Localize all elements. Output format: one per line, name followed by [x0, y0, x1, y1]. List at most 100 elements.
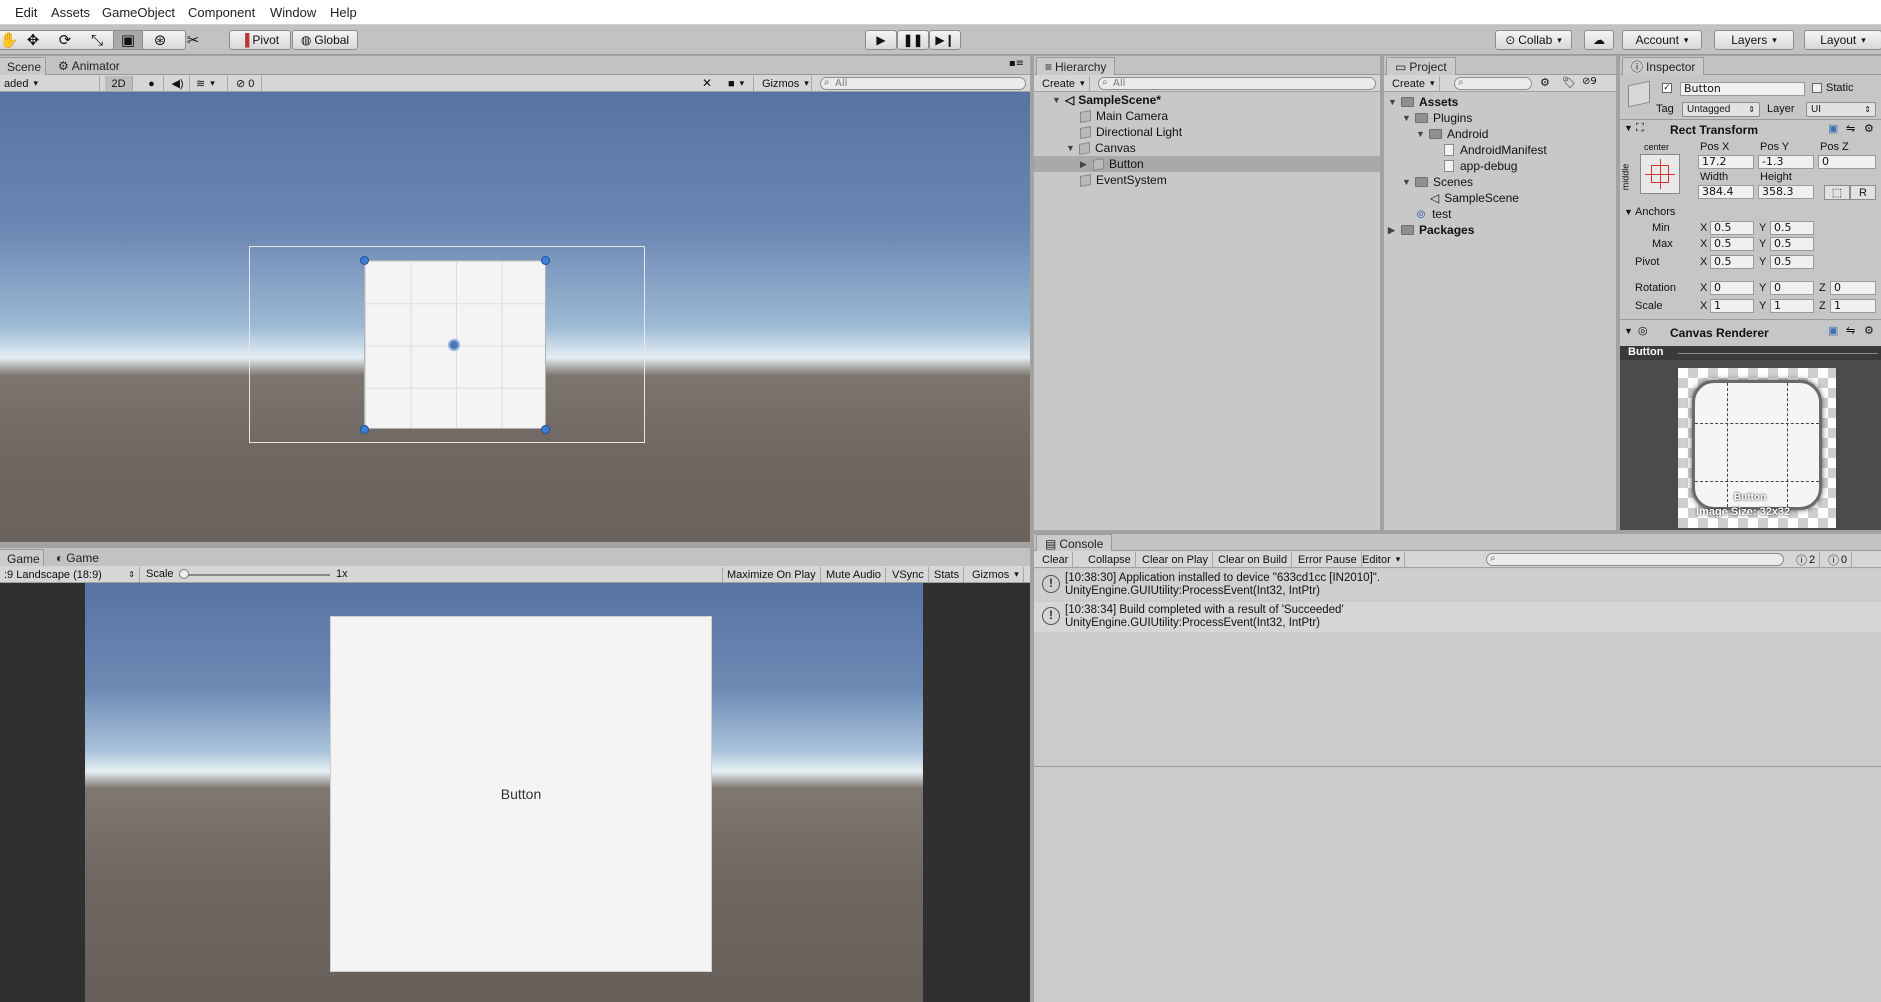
- lighting-toggle[interactable]: ●: [140, 76, 164, 91]
- pos-x-field[interactable]: 17.2: [1698, 155, 1754, 169]
- collapse-arrow-icon[interactable]: ▶: [1080, 159, 1089, 170]
- effects-dropdown[interactable]: ≋: [192, 76, 228, 91]
- collapse-arrow-icon[interactable]: ▼: [1624, 326, 1633, 336]
- preview-drag-handle[interactable]: [1678, 353, 1878, 354]
- rotate-tool-icon[interactable]: ⟳: [50, 30, 80, 50]
- console-log-row[interactable]: ! [10:38:30] Application installed to de…: [1034, 570, 1881, 600]
- expand-arrow-icon[interactable]: ▼: [1402, 177, 1411, 187]
- scale-x-field[interactable]: 1: [1710, 299, 1754, 313]
- gizmos-dropdown[interactable]: Gizmos: [758, 76, 812, 91]
- menu-component[interactable]: Component: [188, 5, 255, 20]
- settings-gear-icon[interactable]: ⚙: [1864, 122, 1874, 135]
- hidden-objects-toggle[interactable]: ⊘ 0: [232, 76, 262, 91]
- collab-dropdown[interactable]: ⊙ Collab: [1495, 30, 1572, 50]
- custom-tool-icon[interactable]: ✂: [178, 30, 208, 50]
- console-editor-dropdown[interactable]: Editor: [1358, 552, 1406, 567]
- tab-animator[interactable]: ⚙ Animator: [50, 58, 128, 74]
- console-clear-on-play-toggle[interactable]: Clear on Play: [1138, 552, 1214, 567]
- tab-hierarchy[interactable]: ≡ Hierarchy: [1036, 57, 1116, 75]
- anchor-max-x-field[interactable]: 0.5: [1710, 237, 1754, 251]
- help-icon[interactable]: ▣: [1828, 122, 1838, 135]
- cloud-button[interactable]: ☁: [1584, 30, 1614, 50]
- stats-toggle[interactable]: Stats: [930, 567, 965, 582]
- scale-slider[interactable]: [182, 574, 330, 576]
- rect-handle-tl[interactable]: [360, 256, 369, 265]
- console-collapse-toggle[interactable]: Collapse: [1084, 552, 1136, 567]
- tag-dropdown[interactable]: Untagged ⇕: [1682, 102, 1760, 117]
- camera-dropdown[interactable]: ■: [724, 76, 754, 91]
- maximize-on-play-toggle[interactable]: Maximize On Play: [722, 567, 821, 582]
- play-button[interactable]: ▶: [865, 30, 897, 50]
- expand-arrow-icon[interactable]: ▼: [1052, 95, 1061, 105]
- expand-arrow-icon[interactable]: ▼: [1416, 129, 1425, 139]
- mute-audio-toggle[interactable]: Mute Audio: [822, 567, 887, 582]
- console-log-row[interactable]: ! [10:38:34] Build completed with a resu…: [1034, 602, 1881, 632]
- tab-inspector[interactable]: ⓘ Inspector: [1622, 57, 1705, 75]
- rect-tool-icon[interactable]: ▣: [113, 30, 143, 50]
- pivot-toggle[interactable]: ▐ Pivot: [229, 30, 291, 50]
- active-checkbox[interactable]: ✓: [1662, 83, 1672, 93]
- hierarchy-scene-row[interactable]: ▼ ◁ SampleScene*: [1052, 92, 1378, 108]
- pause-button[interactable]: ❚❚: [897, 30, 929, 50]
- rect-handle-br[interactable]: [541, 425, 550, 434]
- menu-edit[interactable]: Edit: [15, 5, 37, 20]
- rect-handle-bl[interactable]: [360, 425, 369, 434]
- pos-z-field[interactable]: 0: [1818, 155, 1876, 169]
- scene-search-input[interactable]: All: [820, 77, 1026, 90]
- anchor-min-x-field[interactable]: 0.5: [1710, 221, 1754, 235]
- hierarchy-search-input[interactable]: All: [1098, 77, 1376, 90]
- project-app-debug[interactable]: app-debug: [1444, 158, 1517, 174]
- anchor-preset-button[interactable]: [1640, 154, 1680, 194]
- project-search-input[interactable]: [1454, 77, 1532, 90]
- tab-game[interactable]: ◐ Game: [48, 550, 107, 566]
- raw-edit-button[interactable]: R: [1850, 185, 1876, 200]
- step-button[interactable]: ▶❙: [929, 30, 961, 50]
- preview-header[interactable]: Button: [1620, 346, 1881, 360]
- project-scenes-folder[interactable]: ▼ Scenes: [1402, 174, 1473, 190]
- tab-scene[interactable]: Scene: [0, 57, 46, 75]
- layout-dropdown[interactable]: Layout: [1804, 30, 1881, 50]
- panel-menu-icon[interactable]: ▪≡: [1009, 58, 1024, 69]
- console-clear-button[interactable]: Clear: [1038, 552, 1074, 567]
- hidden-packages-toggle[interactable]: ⊘9: [1582, 76, 1597, 87]
- project-assets-folder[interactable]: ▼ Assets: [1388, 94, 1458, 110]
- 2d-toggle[interactable]: 2D: [105, 76, 133, 91]
- height-field[interactable]: 358.3: [1758, 185, 1814, 199]
- tab-project[interactable]: ▭ Project: [1386, 57, 1456, 75]
- transform-tool-icon[interactable]: ⊛: [145, 30, 175, 50]
- preset-icon[interactable]: ⇋: [1846, 324, 1855, 337]
- pos-y-field[interactable]: -1.3: [1758, 155, 1814, 169]
- console-search-input[interactable]: [1486, 553, 1784, 566]
- rotation-x-field[interactable]: 0: [1710, 281, 1754, 295]
- expand-arrow-icon[interactable]: ▼: [1402, 113, 1411, 123]
- gameobject-name-field[interactable]: Button: [1680, 82, 1805, 96]
- console-clear-on-build-toggle[interactable]: Clear on Build: [1214, 552, 1293, 567]
- tab-game-left[interactable]: Game: [0, 549, 44, 567]
- rotation-y-field[interactable]: 0: [1770, 281, 1814, 295]
- anchor-min-y-field[interactable]: 0.5: [1770, 221, 1814, 235]
- project-packages-folder[interactable]: ▶ Packages: [1388, 222, 1474, 238]
- project-android-folder[interactable]: ▼ Android: [1416, 126, 1488, 142]
- width-field[interactable]: 384.4: [1698, 185, 1754, 199]
- layers-dropdown[interactable]: Layers: [1714, 30, 1794, 50]
- rotation-z-field[interactable]: 0: [1830, 281, 1876, 295]
- scale-slider-thumb[interactable]: [179, 569, 189, 579]
- console-error-filter[interactable]: ⓘ 0: [1824, 552, 1853, 567]
- filter-type-icon[interactable]: ⚙: [1540, 76, 1550, 89]
- project-test[interactable]: ⊚ test: [1416, 206, 1451, 222]
- scene-viewport[interactable]: [0, 92, 1030, 542]
- hierarchy-item-canvas[interactable]: ▼ Canvas: [1066, 140, 1136, 156]
- scale-z-field[interactable]: 1: [1830, 299, 1876, 313]
- blueprint-mode-button[interactable]: ⬚: [1824, 185, 1850, 200]
- pivot-handle-icon[interactable]: [448, 339, 460, 351]
- console-warning-filter[interactable]: ⓘ 2: [1792, 552, 1821, 567]
- label-icon[interactable]: 🏷: [1562, 76, 1576, 89]
- global-toggle[interactable]: ◍ Global: [292, 30, 358, 50]
- expand-arrow-icon[interactable]: ▼: [1624, 207, 1633, 217]
- pivot-y-field[interactable]: 0.5: [1770, 255, 1814, 269]
- hierarchy-item-main-camera[interactable]: Main Camera: [1080, 108, 1168, 124]
- move-tool-icon[interactable]: ✥: [18, 30, 48, 50]
- aspect-dropdown[interactable]: :9 Landscape (18:9) ⇕: [0, 567, 140, 582]
- game-gizmos-dropdown[interactable]: Gizmos: [968, 567, 1024, 582]
- menu-assets[interactable]: Assets: [51, 5, 90, 20]
